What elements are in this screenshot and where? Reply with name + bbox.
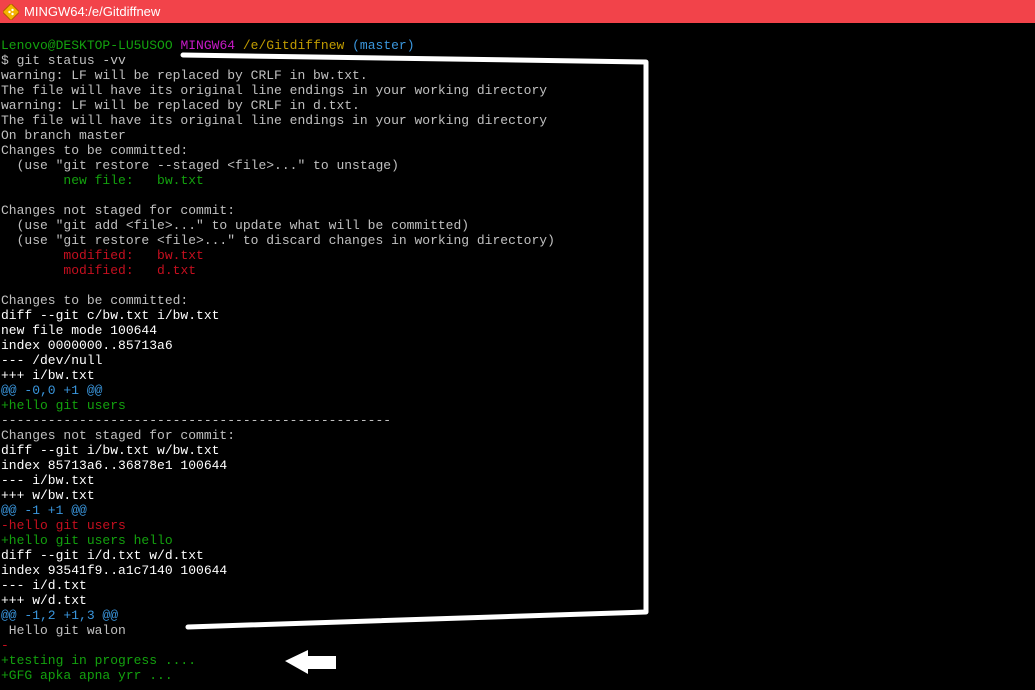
terminal-text: Lenovo@DESKTOP-LU5USOO (1, 38, 173, 53)
terminal-text: modified: d.txt (63, 263, 197, 278)
terminal-text: modified: bw.txt (63, 248, 204, 263)
terminal-text: (master) (352, 38, 415, 53)
terminal-line: (use "git add <file>..." to update what … (1, 218, 1035, 233)
terminal-line: Lenovo@DESKTOP-LU5USOO MINGW64 /e/Gitdif… (1, 38, 1035, 53)
terminal-text: +hello git users hello (1, 533, 173, 548)
terminal-text: +++ i/bw.txt (1, 368, 95, 383)
terminal-text: The file will have its original line end… (1, 113, 548, 128)
terminal-text: +testing in progress .... (1, 653, 197, 668)
terminal-text: On branch master (1, 128, 126, 143)
terminal-line: $ git status -vv (1, 53, 1035, 68)
terminal-line: diff --git i/d.txt w/d.txt (1, 548, 1035, 563)
terminal-text: index 85713a6..36878e1 100644 (1, 458, 228, 473)
terminal-text: diff --git i/bw.txt w/bw.txt (1, 443, 220, 458)
terminal-text: +++ w/bw.txt (1, 488, 95, 503)
terminal-line: The file will have its original line end… (1, 83, 1035, 98)
git-bash-icon (1, 2, 21, 21)
terminal-text: MINGW64 (180, 38, 236, 53)
terminal-line: @@ -1,2 +1,3 @@ (1, 608, 1035, 623)
terminal-line: +testing in progress .... (1, 653, 1035, 668)
terminal-line: --- i/bw.txt (1, 473, 1035, 488)
terminal-text: index 93541f9..a1c7140 100644 (1, 563, 228, 578)
terminal-text: Hello git walon (1, 623, 126, 638)
terminal-text: diff --git c/bw.txt i/bw.txt (1, 308, 220, 323)
terminal-line: Changes to be committed: (1, 293, 1035, 308)
terminal-line: -hello git users (1, 518, 1035, 533)
terminal-text: (use "git restore <file>..." to discard … (1, 233, 555, 248)
terminal-line: +++ w/bw.txt (1, 488, 1035, 503)
terminal-line: (use "git restore <file>..." to discard … (1, 233, 1035, 248)
terminal-line: +++ i/bw.txt (1, 368, 1035, 383)
terminal-text: index 0000000..85713a6 (1, 338, 173, 353)
terminal-text: +GFG apka apna yrr ... (1, 668, 173, 683)
terminal-text: +++ w/d.txt (1, 593, 87, 608)
terminal-text: (use "git add <file>..." to update what … (1, 218, 470, 233)
terminal-text: warning: LF will be replaced by CRLF in … (1, 98, 360, 113)
terminal-text: new file mode 100644 (1, 323, 158, 338)
terminal-text: +hello git users (1, 398, 126, 413)
terminal-line: warning: LF will be replaced by CRLF in … (1, 98, 1035, 113)
terminal-text: --- i/d.txt (1, 578, 87, 593)
terminal-line: +++ w/d.txt (1, 593, 1035, 608)
terminal-text: - (1, 638, 9, 653)
terminal-line: Hello git walon (1, 623, 1035, 638)
terminal-window: MINGW64:/e/Gitdiffnew Lenovo@DESKTOP-LU5… (0, 0, 1035, 690)
terminal-line: warning: LF will be replaced by CRLF in … (1, 68, 1035, 83)
terminal-line: Changes not staged for commit: (1, 203, 1035, 218)
terminal-line: +hello git users hello (1, 533, 1035, 548)
terminal-line: The file will have its original line end… (1, 113, 1035, 128)
terminal-line: --- i/d.txt (1, 578, 1035, 593)
terminal-output[interactable]: Lenovo@DESKTOP-LU5USOO MINGW64 /e/Gitdif… (1, 38, 1035, 690)
terminal-text: Changes to be committed: (1, 143, 189, 158)
terminal-line: Changes not staged for commit: (1, 428, 1035, 443)
terminal-text: -hello git users (1, 518, 126, 533)
terminal-text: Changes to be committed: (1, 293, 189, 308)
window-title: MINGW64:/e/Gitdiffnew (24, 4, 161, 19)
terminal-text: Changes not staged for commit: (1, 203, 236, 218)
terminal-text: /e/Gitdiffnew (242, 38, 345, 53)
terminal-line: @@ -0,0 +1 @@ (1, 383, 1035, 398)
terminal-line: index 85713a6..36878e1 100644 (1, 458, 1035, 473)
terminal-text: @@ -1 +1 @@ (1, 503, 87, 518)
terminal-line: +GFG apka apna yrr ... (1, 668, 1035, 683)
terminal-line: index 93541f9..a1c7140 100644 (1, 563, 1035, 578)
terminal-text: --- i/bw.txt (1, 473, 95, 488)
terminal-text: $ git status -vv (1, 53, 126, 68)
terminal-line: - (1, 638, 1035, 653)
terminal-line: new file: bw.txt (1, 173, 1035, 188)
terminal-text: @@ -0,0 +1 @@ (1, 383, 103, 398)
terminal-line: modified: d.txt (1, 263, 1035, 278)
terminal-text: warning: LF will be replaced by CRLF in … (1, 68, 368, 83)
terminal-text: diff --git i/d.txt w/d.txt (1, 548, 204, 563)
terminal-line: ----------------------------------------… (1, 413, 1035, 428)
terminal-line: new file mode 100644 (1, 323, 1035, 338)
terminal-line: On branch master (1, 128, 1035, 143)
terminal-text: @@ -1,2 +1,3 @@ (1, 608, 119, 623)
terminal-text: The file will have its original line end… (1, 83, 548, 98)
terminal-line: (use "git restore --staged <file>..." to… (1, 158, 1035, 173)
terminal-line: modified: bw.txt (1, 248, 1035, 263)
terminal-line: +hello git users (1, 398, 1035, 413)
terminal-line: @@ -1 +1 @@ (1, 503, 1035, 518)
terminal-text: ----------------------------------------… (1, 413, 392, 428)
terminal-line: index 0000000..85713a6 (1, 338, 1035, 353)
terminal-line: diff --git c/bw.txt i/bw.txt (1, 308, 1035, 323)
terminal-text: (use "git restore --staged <file>..." to… (1, 158, 399, 173)
terminal-text: Changes not staged for commit: (1, 428, 236, 443)
terminal-text: new file: bw.txt (63, 173, 204, 188)
title-bar[interactable]: MINGW64:/e/Gitdiffnew (0, 0, 1035, 23)
terminal-line: --- /dev/null (1, 353, 1035, 368)
terminal-line: diff --git i/bw.txt w/bw.txt (1, 443, 1035, 458)
terminal-text: --- /dev/null (1, 353, 103, 368)
terminal-line: Changes to be committed: (1, 143, 1035, 158)
